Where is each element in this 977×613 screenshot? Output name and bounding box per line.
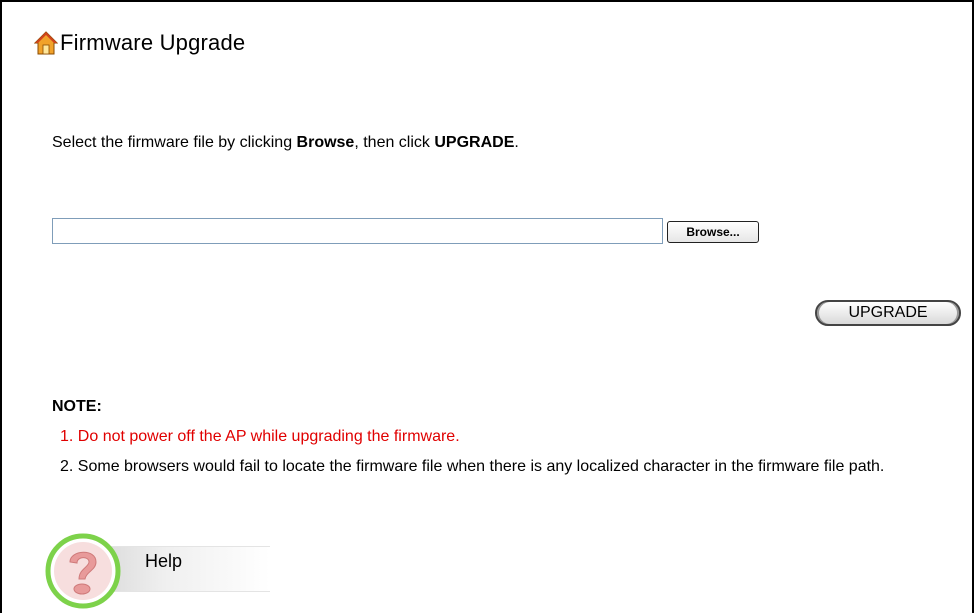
firmware-file-path-input[interactable] [52,218,663,244]
instruction-prefix: Select the firmware file by clicking [52,134,297,151]
note-item-browser-path: 2. Some browsers would fail to locate th… [60,458,885,475]
upgrade-button[interactable]: UPGRADE [815,300,961,326]
instruction-upgrade-word: UPGRADE [434,134,515,151]
help-link[interactable]: Help [44,532,284,609]
note-heading: NOTE: [52,398,102,415]
instruction-middle: , then click [354,134,435,151]
instruction-browse-word: Browse [296,134,355,151]
browse-button[interactable]: Browse... [667,221,759,243]
note-item-power-warning: 1. Do not power off the AP while upgradi… [60,428,460,445]
help-label: Help [145,551,183,571]
page-title: Firmware Upgrade [60,30,246,55]
instruction-suffix: . [514,134,519,151]
question-mark-icon [45,533,121,609]
instruction-text: Select the firmware file by clicking Bro… [52,134,519,152]
home-icon [34,31,58,55]
page-header: Firmware Upgrade [34,30,245,56]
